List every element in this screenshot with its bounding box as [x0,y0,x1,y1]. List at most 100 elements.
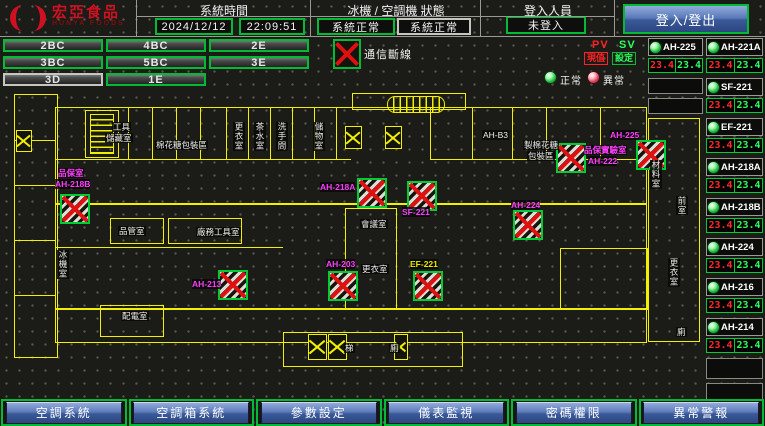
comm-error-box[interactable] [357,178,387,208]
sv-value: 23.4 [735,99,762,112]
nav-cell: 異常警報 [639,399,765,426]
room-label: 製棉花糖 [523,140,559,150]
equipment-label: 品保實驗室 [584,145,627,155]
comm-error-box[interactable] [556,143,586,173]
unit-name: EF-221 [721,122,752,133]
nav-button-空調箱系統[interactable]: 空調箱系統 [133,402,249,424]
pv-value: 23.4 [707,139,735,152]
room-label: 包裝區 [527,151,555,161]
empty-unit-slot [706,358,763,379]
nav-button-空調系統[interactable]: 空調系統 [6,402,122,424]
pv-value: 23.4 [707,299,735,312]
unit-button[interactable]: AH-221A [706,38,763,56]
room-label: 廁 [676,327,687,337]
sv-value: 23.4 [735,299,762,312]
equipment-label: AH-225 [610,130,639,140]
comm-error-box[interactable] [328,271,358,301]
unit-AH-224: AH-224 23.4 23.4 [706,238,763,273]
unit-name: SF-221 [721,82,752,93]
unit-button[interactable]: AH-225 [648,38,703,56]
unit-values: 23.4 23.4 [706,338,763,353]
room-label: 茶水室 [254,122,266,151]
unit-values: 23.4 23.4 [706,58,763,73]
room-label: 廁 [389,343,400,353]
comm-error-box[interactable] [513,210,543,240]
unit-AH-218B: AH-218B 23.4 23.4 [706,198,763,233]
status-led-icon [708,242,719,253]
unit-name: AH-224 [721,242,754,253]
status-led-icon [708,282,719,293]
room-label: 材料室 [650,160,662,189]
equipment-label: 品保室 [58,168,84,178]
unit-button[interactable]: AH-216 [706,278,763,296]
nav-button-儀表監視[interactable]: 儀表監視 [388,402,504,424]
pv-value: 23.4 [707,59,735,72]
unit-AH-225: AH-225 23.4 23.4 [648,38,703,73]
sv-value: 23.4 [735,259,762,272]
status-led-icon [708,322,719,333]
room-label: 梯 [344,343,355,353]
pv-value: 23.4 [649,59,676,72]
room-label: 棉花糖包裝區 [155,140,208,150]
nav-cell: 參數設定 [256,399,382,426]
empty-unit-slot [648,78,703,94]
comm-error-box[interactable] [218,270,248,300]
room-label: 會議室 [360,219,388,229]
room-label: 配電室 [121,311,149,321]
room-label: 廠務工具室 [196,227,241,237]
status-led-icon [708,162,719,173]
unit-button[interactable]: AH-224 [706,238,763,256]
unit-values: 23.4 23.4 [706,98,763,113]
status-led-icon [708,122,719,133]
nav-button-參數設定[interactable]: 參數設定 [261,402,377,424]
unit-name: AH-216 [721,282,754,293]
unit-column-b: AH-221A 23.4 23.4 SF-221 23.4 23.4 EF-22… [706,38,763,408]
room-label: 工具 [112,122,131,132]
status-led-icon [708,42,719,53]
sv-value: 23.4 [735,179,762,192]
nav-button-異常警報[interactable]: 異常警報 [643,402,759,424]
equipment-label: AH-218B [55,179,90,189]
unit-values: 23.4 23.4 [706,218,763,233]
unit-button[interactable]: AH-214 [706,318,763,336]
room-label: 冰機室 [57,250,69,279]
unit-button[interactable]: SF-221 [706,78,763,96]
room-label: AH-B3 [482,130,509,140]
status-led-icon [708,202,719,213]
pv-value: 23.4 [707,259,735,272]
sv-value: 23.4 [676,59,702,72]
sv-value: 23.4 [735,339,762,352]
nav-cell: 密碼權限 [511,399,637,426]
room-label: 儲藏室 [105,133,133,143]
bottom-nav-bar: 空調系統 空調箱系統 參數設定 儀表監視 密碼權限 異常警報 [0,399,765,426]
shaft-x-icon [345,126,362,149]
nav-cell: 儀表監視 [384,399,510,426]
sv-value: 23.4 [735,59,762,72]
unit-name: AH-225 [663,42,696,53]
roof-hatch-icon [387,96,445,113]
pv-value: 23.4 [707,219,735,232]
shaft-x-icon [16,130,32,152]
room-label: 品管室 [118,226,146,236]
nav-cell: 空調系統 [1,399,127,426]
comm-error-box[interactable] [413,271,443,301]
unit-button[interactable]: AH-218A [706,158,763,176]
unit-name: AH-214 [721,322,754,333]
unit-button[interactable]: AH-218B [706,198,763,216]
pv-value: 23.4 [707,99,735,112]
pv-value: 23.4 [707,179,735,192]
shaft-x-icon [385,126,402,149]
sv-value: 23.4 [735,219,762,232]
equipment-label: AH-218A [320,182,355,192]
room-label: 更衣室 [668,258,680,287]
unit-button[interactable]: EF-221 [706,118,763,136]
nav-button-密碼權限[interactable]: 密碼權限 [516,402,632,424]
equipment-label: SF-221 [402,207,430,217]
sv-value: 23.4 [735,139,762,152]
unit-values: 23.4 23.4 [648,58,703,73]
comm-error-box[interactable] [60,194,90,224]
unit-AH-216: AH-216 23.4 23.4 [706,278,763,313]
room-label: 更衣室 [233,122,245,151]
unit-values: 23.4 23.4 [706,258,763,273]
status-led-icon [650,42,661,53]
